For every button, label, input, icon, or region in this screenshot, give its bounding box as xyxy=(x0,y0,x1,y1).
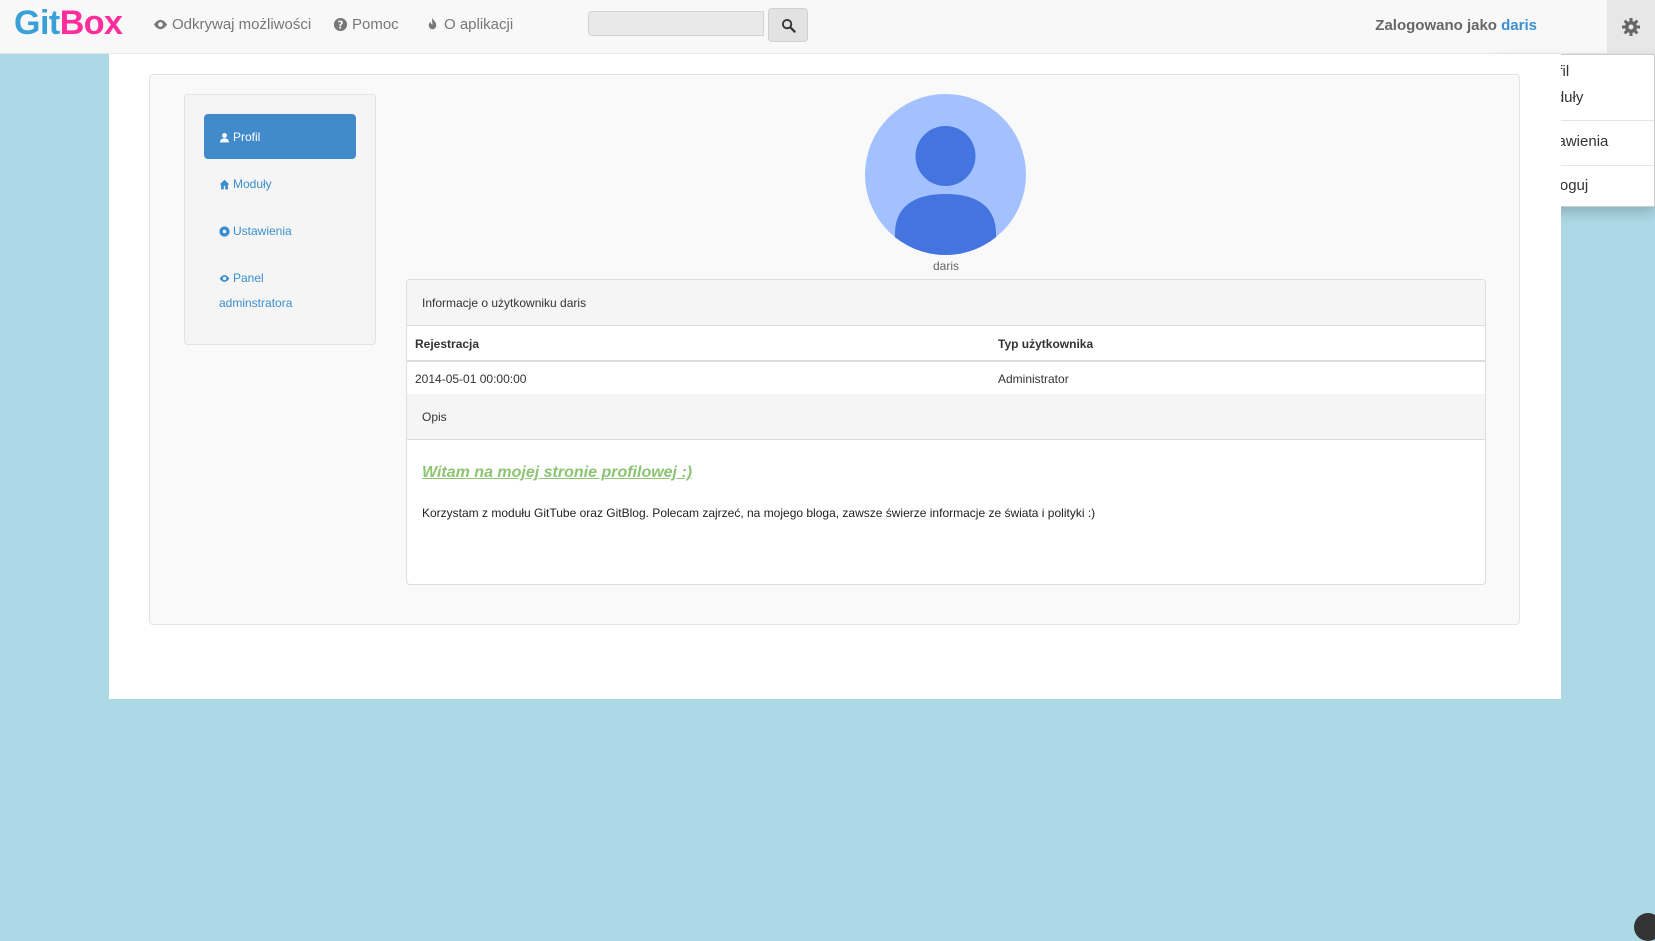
logged-in-status: Zalogowano jako daris xyxy=(1375,17,1537,34)
search-icon xyxy=(781,18,796,33)
description-heading: Opis xyxy=(422,410,447,424)
sidebar-item-admin-panel-line2[interactable]: adminstratora xyxy=(219,296,292,310)
table-header-divider xyxy=(407,360,1485,362)
sidebar-item-label: Profil xyxy=(233,130,261,144)
profile-description: Korzystam z modułu GitTube oraz GitBlog.… xyxy=(422,506,1096,520)
panel-heading-info: Informacje o użytkowniku daris xyxy=(407,280,1485,326)
fire-icon xyxy=(428,17,437,30)
user-type-value: Administrator xyxy=(998,372,1069,386)
nav-help-label: Pomoc xyxy=(352,16,399,33)
nav-about-label: O aplikacji xyxy=(444,16,514,33)
sidebar-item-modules[interactable]: Moduły xyxy=(219,177,272,191)
sidebar-item-settings[interactable]: Ustawienia xyxy=(219,224,292,238)
logged-prefix: Zalogowano jako xyxy=(1375,17,1497,34)
column-header-user-type: Typ użytkownika xyxy=(998,337,1094,351)
gear-icon xyxy=(1622,17,1640,36)
home-icon xyxy=(219,179,230,189)
avatar xyxy=(865,94,1026,255)
brand-logo[interactable]: GitBox xyxy=(14,4,123,43)
svg-text:?: ? xyxy=(338,19,344,31)
corner-widget-icon[interactable] xyxy=(1634,913,1655,941)
logged-username[interactable]: daris xyxy=(1501,17,1537,34)
nav-discover[interactable]: Odkrywaj możliwości xyxy=(153,16,311,33)
eye-icon xyxy=(219,274,230,282)
settings-menu-button[interactable] xyxy=(1607,0,1655,53)
search-input[interactable] xyxy=(588,11,764,36)
info-heading: Informacje o użytkowniku daris xyxy=(422,296,587,310)
nav-help[interactable]: ? Pomoc xyxy=(333,16,399,33)
sidebar-item-label: Moduły xyxy=(233,177,272,191)
sidebar-item-label: adminstratora xyxy=(219,296,293,310)
user-info-panel: Informacje o użytkowniku daris Rejestrac… xyxy=(406,279,1486,585)
sidebar-item-admin-panel[interactable]: Panel xyxy=(219,271,264,285)
nav-about[interactable]: O aplikacji xyxy=(425,16,513,33)
sidebar-item-label: Panel xyxy=(233,271,264,285)
sidebar-item-label: Ustawienia xyxy=(233,224,292,238)
question-circle-icon: ? xyxy=(333,17,348,31)
navbar: GitBox Odkrywaj możliwości ? Pomoc O apl… xyxy=(0,0,1655,54)
column-header-registration: Rejestracja xyxy=(415,337,480,351)
panel-heading-description: Opis xyxy=(407,394,1485,440)
brand-git: Git xyxy=(14,4,60,42)
nav-discover-label: Odkrywaj możliwości xyxy=(172,16,312,33)
brand-box: Box xyxy=(59,4,123,42)
sidebar-item-profile-label-wrap[interactable]: Profil xyxy=(219,130,260,144)
user-icon xyxy=(220,132,229,142)
profile-greeting: Witam na mojej stronie profilowej :) xyxy=(422,464,693,481)
eye-icon xyxy=(153,19,168,30)
avatar-username: daris xyxy=(932,259,959,273)
search-button[interactable] xyxy=(768,8,808,42)
registration-value: 2014-05-01 00:00:00 xyxy=(415,372,527,386)
cog-circle-icon xyxy=(219,225,230,237)
